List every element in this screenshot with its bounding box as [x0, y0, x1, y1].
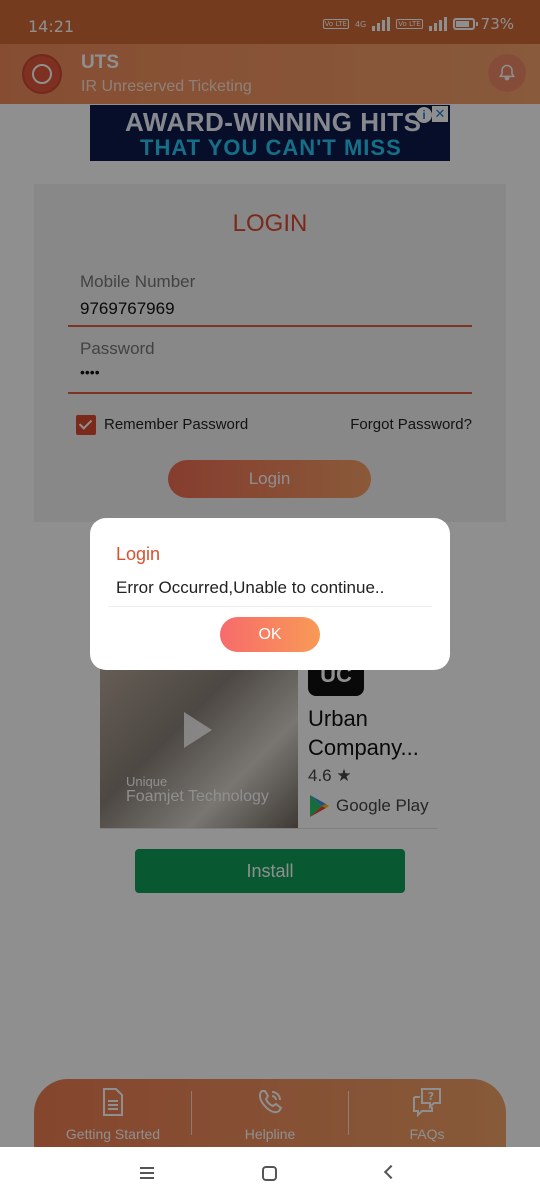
- system-navigation-bar: [0, 1147, 540, 1200]
- back-icon[interactable]: [383, 1164, 399, 1180]
- home-icon[interactable]: [262, 1166, 277, 1181]
- dialog-title: Login: [116, 544, 161, 564]
- ok-button[interactable]: OK: [220, 617, 320, 652]
- error-dialog: Login Error Occurred,Unable to continue.…: [90, 518, 450, 670]
- dialog-divider: [108, 606, 432, 607]
- recent-apps-icon[interactable]: [140, 1167, 154, 1179]
- dialog-message: Error Occurred,Unable to continue..: [116, 578, 385, 597]
